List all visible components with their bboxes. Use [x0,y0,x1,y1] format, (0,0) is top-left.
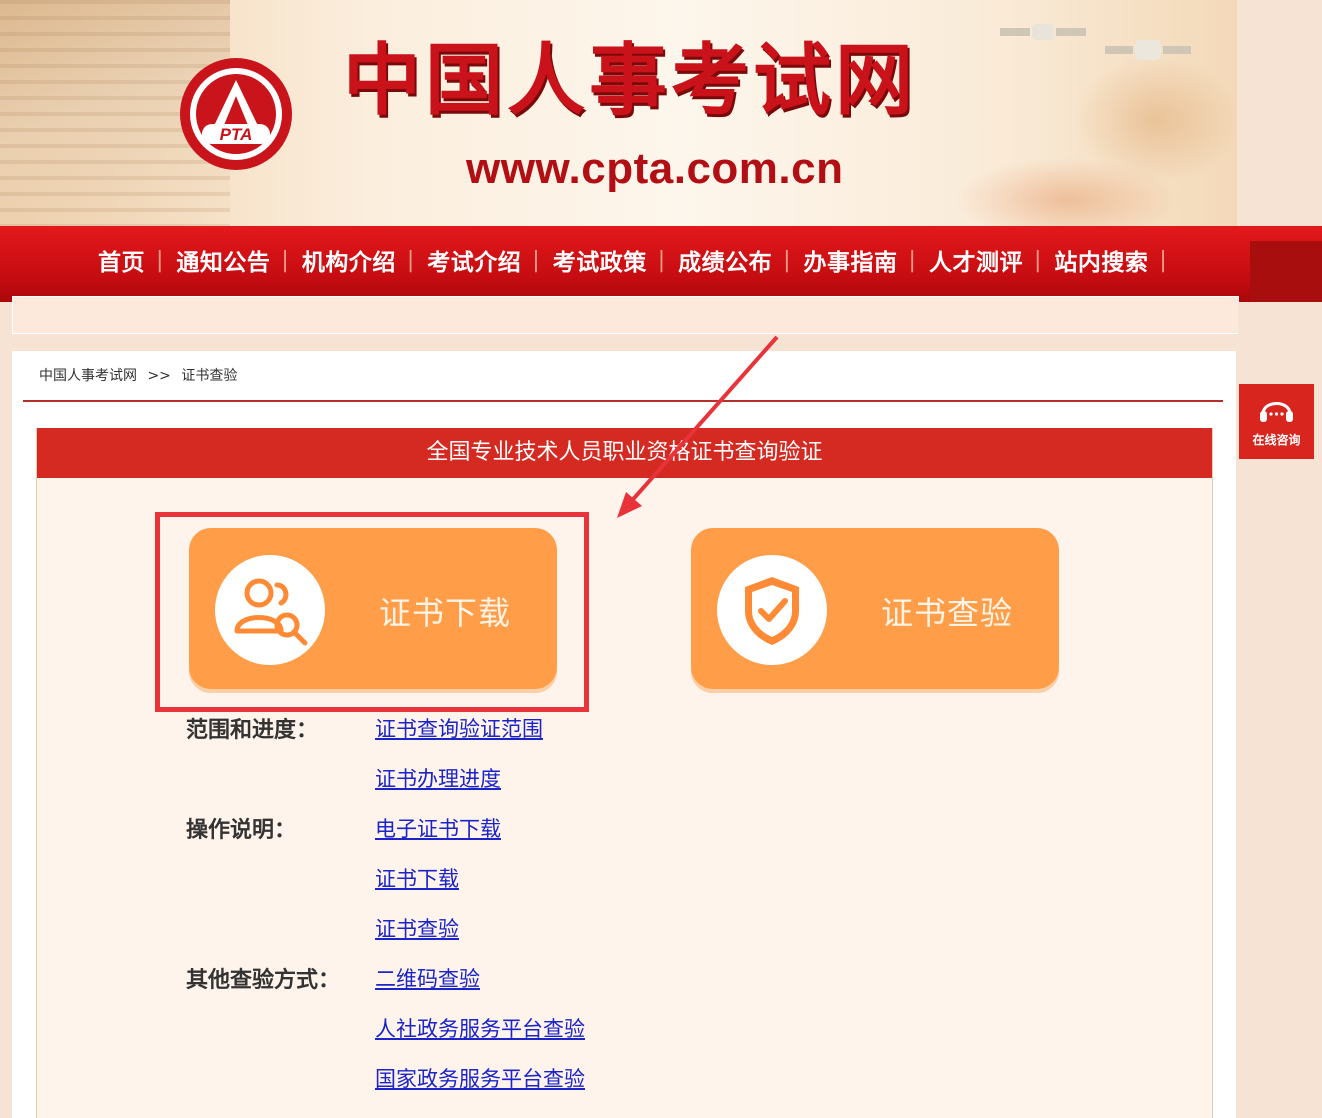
download-label: 证书下载 [379,594,512,632]
verify-label: 证书查验 [881,594,1014,632]
scope-link[interactable]: 证书查询验证范围 [375,713,543,743]
logo-text: PTA [220,125,253,144]
nav-separator: | [908,247,916,273]
hrss-platform-link[interactable]: 人社政务服务平台查验 [375,1013,585,1043]
nav-separator: | [1159,247,1167,273]
nav-label: 站内搜索 [1054,250,1149,276]
headset-icon [1260,402,1293,422]
nav-label: 考试政策 [552,250,647,276]
certificate-verify-button[interactable]: 证书查验 [691,528,1059,693]
breadcrumb: 中国人事考试网 >> 证书查验 [39,365,237,385]
nav-item-results[interactable]: 成绩公布 | [675,243,800,277]
scope-label: 范围和进度： [186,718,319,743]
nav-item-policy[interactable]: 考试政策 | [550,243,675,277]
sub-bar [12,296,1239,334]
site-url: www.cpta.com.cn [466,144,844,193]
satellite-icon [1000,24,1086,40]
nav-item-about[interactable]: 机构介绍 | [299,243,424,277]
nav-label: 成绩公布 [678,250,773,276]
national-platform-link[interactable]: 国家政务服务平台查验 [375,1063,585,1093]
nav-label: 考试介绍 [427,250,522,276]
pta-logo[interactable]: PTA [176,52,296,172]
nav-label: 首页 [98,250,145,276]
online-consult-button[interactable]: 在线咨询 [1239,384,1314,459]
nav-separator: | [406,247,415,273]
nav-item-assessment[interactable]: 人才测评 | [926,243,1051,277]
user-search-icon [215,555,325,665]
chat-label: 在线咨询 [1252,433,1301,447]
other-methods-label: 其他查验方式： [186,968,341,993]
certificate-panel: 全国专业技术人员职业资格证书查询验证 证书下载 证书查验 [36,428,1213,1118]
nav-separator: | [783,247,791,273]
nav-separator: | [156,247,164,273]
nav-label: 人才测评 [928,250,1023,276]
nav-item-notices[interactable]: 通知公告 | [173,243,298,277]
certificate-verify-link[interactable]: 证书查验 [375,913,459,943]
certificate-download-link[interactable]: 证书下载 [375,863,459,893]
shield-check-icon [717,555,827,665]
nav-label: 通知公告 [176,250,271,276]
nav-bar-edge [1250,241,1322,303]
panel-title: 全国专业技术人员职业资格证书查询验证 [37,428,1212,478]
nav-label: 办事指南 [803,250,898,276]
nav-separator: | [657,247,666,273]
qrcode-verify-link[interactable]: 二维码查验 [375,963,480,993]
breadcrumb-divider [23,400,1223,402]
progress-link[interactable]: 证书办理进度 [375,763,501,793]
operations-label: 操作说明： [186,818,297,843]
certificate-download-button[interactable]: 证书下载 [189,528,557,693]
nav-separator: | [532,247,540,273]
main-nav: 首页 | 通知公告 | 机构介绍 | 考试介绍 | 考试政策 | 成绩公布 | 办事指南 | … [95,240,1177,280]
nav-item-guide[interactable]: 办事指南 | [801,243,926,277]
nav-label: 机构介绍 [301,250,396,276]
nav-separator: | [1033,247,1042,273]
site-title: 中国人事考试网 [343,36,918,126]
nav-item-search[interactable]: 站内搜索 | [1051,243,1176,277]
nav-separator: | [281,247,289,273]
header-banner: PTA 中国人事考试网 www.cpta.com.cn [0,0,1237,228]
e-certificate-download-link[interactable]: 电子证书下载 [375,813,501,843]
breadcrumb-current: 证书查验 [181,368,238,384]
breadcrumb-separator: >> [147,368,171,384]
nav-item-home[interactable]: 首页 | [95,243,173,277]
breadcrumb-home[interactable]: 中国人事考试网 [39,368,137,384]
satellite-icon-2 [1105,40,1191,60]
nav-item-exams[interactable]: 考试介绍 | [424,243,549,277]
